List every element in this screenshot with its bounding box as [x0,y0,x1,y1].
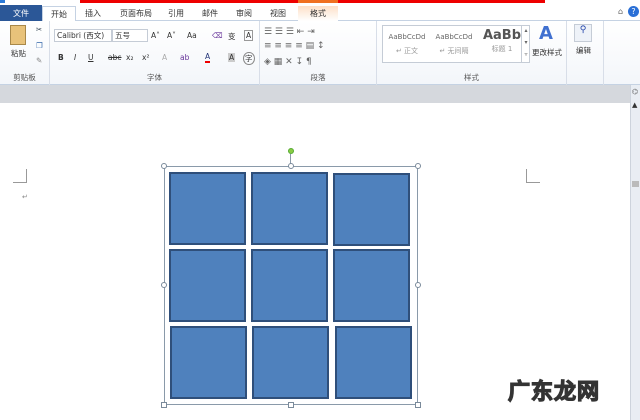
styles-group: AaBbCcDd ↵ 正文 AaBbCcDd ↵ 无间隔 AaBb 标题 1 ▴ ▾ ▿ … [377,21,567,85]
grid-square[interactable] [169,172,246,245]
resize-handle[interactable] [161,402,167,408]
tab-view[interactable]: 视图 [264,6,292,21]
italic-button[interactable]: I [74,53,76,62]
margin-mark [526,169,540,183]
find-icon[interactable]: ⚲ [574,24,592,42]
tab-format[interactable]: 格式 [298,6,338,21]
scroll-up-icon[interactable]: ▲ [632,101,637,109]
font-label: 字体 [147,73,162,82]
style-gallery-scroll[interactable]: ▴ ▾ ▿ [521,25,530,63]
resize-handle[interactable] [161,163,167,169]
align-icons[interactable]: ≡ ≡ ≡ ≡ ▤ ↕ [264,41,325,51]
tab-references[interactable]: 引用 [162,6,190,21]
style-heading-1[interactable]: AaBb 标题 1 [479,27,525,61]
font-group: Calibri (西文) 五号 A˄ A˅ Aa ⌫ 变 A B I U abc… [50,21,260,85]
shrink-font-button[interactable]: A˅ [167,31,176,40]
resize-handle[interactable] [161,282,167,288]
grid-square[interactable] [251,172,328,245]
font-size-select[interactable]: 五号 [112,29,148,42]
paste-icon[interactable] [10,25,26,45]
shading-border-icons[interactable]: ◈ ▦ ✕ ↧ ¶ [264,57,312,67]
grid-square[interactable] [252,326,329,399]
grid-square[interactable] [251,249,328,322]
resize-handle[interactable] [288,163,294,169]
list-icons[interactable]: ☰ ☰ ☰ ⇤ ⇥ [264,27,315,37]
font-name-select[interactable]: Calibri (西文) [54,29,112,42]
clipboard-label: 剪贴板 [13,73,36,82]
scroll-thumb[interactable] [632,181,639,187]
resize-handle[interactable] [415,163,421,169]
ribbon: 粘贴 ✂ ❐ ✎ 剪贴板 Calibri (西文) 五号 A˄ A˅ Aa ⌫ … [0,21,640,85]
resize-handle[interactable] [288,402,294,408]
change-styles-button[interactable]: 更改样式 [532,47,562,58]
copy-icon[interactable]: ❐ [36,41,43,50]
paragraph-label: 段落 [310,73,326,82]
rotation-handle[interactable] [288,148,294,154]
font-color-button[interactable]: A [205,52,211,63]
editing-group: ⚲ 编辑 [567,21,604,85]
char-shading-icon[interactable]: A [228,53,236,62]
resize-handle[interactable] [415,402,421,408]
editing-button[interactable]: 编辑 [576,45,591,56]
superscript-button[interactable]: x² [142,53,149,62]
tab-page-layout[interactable]: 页面布局 [112,6,160,21]
tab-mailings[interactable]: 邮件 [196,6,224,21]
ruler-toggle-icon[interactable]: ⌬ [632,88,638,96]
paragraph-mark: ↵ [22,193,28,201]
change-case-button[interactable]: Aa [187,31,197,40]
tab-file[interactable]: 文件 [0,5,42,22]
change-styles-icon[interactable]: A [539,23,553,44]
highlight-button[interactable]: ab [180,53,189,62]
paragraph-group: ☰ ☰ ☰ ⇤ ⇥ ≡ ≡ ≡ ≡ ▤ ↕ ◈ ▦ ✕ ↧ ¶ 段落 [260,21,377,85]
cut-icon[interactable]: ✂ [36,25,42,34]
grid-square[interactable] [170,326,247,399]
styles-label: 样式 [464,73,479,82]
style-no-spacing[interactable]: AaBbCcDd ↵ 无间隔 [431,27,477,61]
grow-font-button[interactable]: A˄ [151,31,160,40]
enclose-char-button[interactable]: 字 [243,52,255,65]
minimize-ribbon-icon[interactable]: ⌂ [618,7,623,16]
bold-button[interactable]: B [58,53,64,62]
underline-button[interactable]: U [88,53,94,62]
margin-mark [13,169,27,183]
grid-square[interactable] [335,326,412,399]
grid-square[interactable] [333,173,410,246]
phonetic-guide-button[interactable]: 变 [228,31,236,42]
format-painter-icon[interactable]: ✎ [36,56,42,65]
style-gallery: AaBbCcDd ↵ 正文 AaBbCcDd ↵ 无间隔 AaBb 标题 1 [382,25,530,63]
paste-button[interactable]: 粘贴 [11,48,26,59]
text-effects-icon[interactable]: A [162,53,167,62]
resize-handle[interactable] [415,282,421,288]
grid-square[interactable] [333,249,410,322]
clear-format-icon[interactable]: ⌫ [212,31,223,40]
tab-review[interactable]: 审阅 [230,6,258,21]
char-border-button[interactable]: A [244,30,254,41]
strikethrough-button[interactable]: abc [108,53,121,62]
grid-square[interactable] [169,249,246,322]
ruler-area [0,85,630,103]
help-icon[interactable]: ? [628,6,639,17]
tab-insert[interactable]: 插入 [80,6,106,21]
vertical-scrollbar[interactable]: ⌬ ▲ [630,85,640,420]
subscript-button[interactable]: x₂ [126,53,133,62]
watermark: 广东龙网 [507,379,601,405]
style-normal[interactable]: AaBbCcDd ↵ 正文 [384,27,430,61]
ribbon-tabs: 文件 开始 插入 页面布局 引用 邮件 审阅 视图 格式 ⌂ ? [0,3,640,23]
clipboard-group: 粘贴 ✂ ❐ ✎ 剪贴板 [0,21,50,85]
